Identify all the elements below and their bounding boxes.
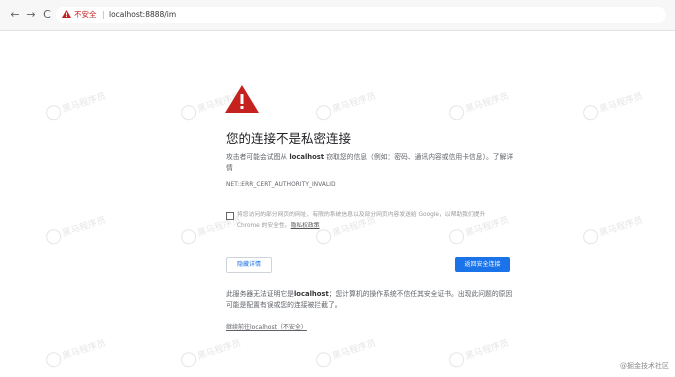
- url-text[interactable]: localhost:8888/im: [109, 8, 176, 22]
- url-separator: |: [102, 10, 105, 19]
- error-description: 攻击者可能会试图从 localhost 窃取您的信息（例如：密码、通讯内容或信用…: [226, 152, 516, 174]
- details-host: localhost: [293, 290, 329, 298]
- watermark: 黑马程序员: [179, 336, 243, 370]
- watermark: 黑马程序员: [44, 89, 108, 123]
- details-text: 此服务器无法证明它是localhost；您计算机的操作系统不信任其安全证书。出现…: [226, 289, 516, 311]
- watermark: 黑马程序员: [447, 89, 511, 123]
- watermark: 黑马程序员: [314, 336, 378, 370]
- large-warning-icon: [225, 85, 259, 113]
- report-checkbox-label: 将您访问的部分网页的网址、有限的系统信息以及部分网页内容发送给 Google，以…: [237, 210, 507, 232]
- back-icon[interactable]: ←: [8, 8, 22, 22]
- hide-details-button[interactable]: 隐藏详情: [226, 257, 272, 273]
- proceed-unsafe-link[interactable]: 继续前往localhost（不安全）: [226, 322, 307, 331]
- error-code: NET::ERR_CERT_AUTHORITY_INVALID: [226, 182, 336, 188]
- desc-prefix: 攻击者可能会试图从: [226, 153, 290, 161]
- watermark: 黑马程序员: [44, 213, 108, 247]
- desc-host: localhost: [289, 153, 325, 161]
- watermark: 黑马程序员: [581, 89, 645, 123]
- watermark: 黑马程序员: [44, 336, 108, 370]
- watermark: 黑马程序员: [314, 89, 378, 123]
- reload-icon[interactable]: C: [40, 8, 54, 22]
- security-status[interactable]: 不安全: [74, 8, 97, 22]
- address-bar[interactable]: 不安全 | localhost:8888/im: [56, 7, 666, 23]
- back-to-safety-button[interactable]: 返回安全连接: [455, 257, 510, 272]
- corner-watermark: @掘金技术社区: [620, 362, 669, 370]
- watermark: 黑马程序员: [581, 213, 645, 247]
- report-checkbox[interactable]: [226, 212, 234, 220]
- forward-icon[interactable]: →: [24, 8, 38, 22]
- checkbox-text: 将您访问的部分网页的网址、有限的系统信息以及部分网页内容发送给 Google，以…: [237, 212, 486, 229]
- page-title: 您的连接不是私密连接: [226, 131, 352, 146]
- details-prefix: 此服务器无法证明它是: [226, 290, 294, 298]
- browser-toolbar: ← → C 不安全 | localhost:8888/im: [0, 0, 675, 31]
- watermark: 黑马程序员: [447, 336, 511, 370]
- warning-icon[interactable]: [62, 10, 71, 18]
- privacy-policy-link[interactable]: 隐私权政策: [291, 223, 320, 229]
